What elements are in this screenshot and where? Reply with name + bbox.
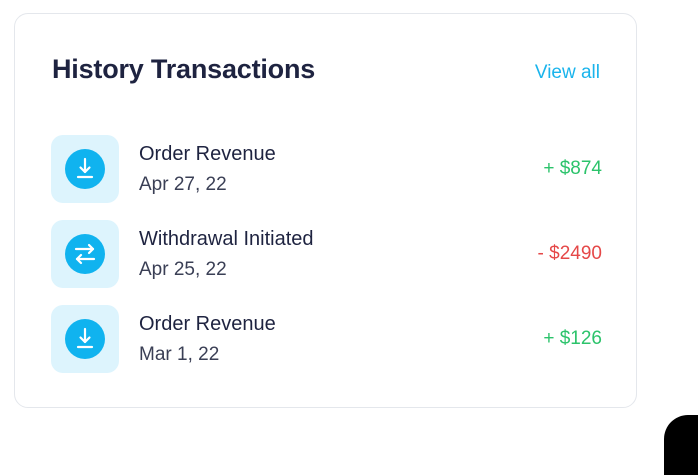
decorative-corner-shape	[664, 415, 698, 475]
transaction-name: Withdrawal Initiated	[139, 228, 314, 250]
history-transactions-card: History Transactions View all Order Reve…	[14, 13, 637, 408]
transaction-name: Order Revenue	[139, 143, 276, 165]
view-all-link[interactable]: View all	[535, 62, 600, 84]
transaction-amount: + $874	[543, 158, 602, 179]
transaction-icon-box	[51, 305, 119, 373]
download-icon	[65, 149, 105, 189]
transaction-amount: + $126	[543, 328, 602, 349]
transaction-row[interactable]: Order Revenue Apr 27, 22 + $874	[51, 135, 602, 203]
transfer-icon	[65, 234, 105, 274]
transaction-date: Mar 1, 22	[139, 344, 220, 365]
transaction-date: Apr 25, 22	[139, 259, 227, 280]
transaction-amount: - $2490	[537, 243, 602, 264]
transaction-name: Order Revenue	[139, 313, 276, 335]
card-title: History Transactions	[52, 54, 316, 84]
transaction-icon-box	[51, 220, 119, 288]
transaction-date: Apr 27, 22	[139, 174, 227, 195]
transaction-row[interactable]: Order Revenue Mar 1, 22 + $126	[51, 305, 602, 373]
download-icon	[65, 319, 105, 359]
transaction-icon-box	[51, 135, 119, 203]
transaction-row[interactable]: Withdrawal Initiated Apr 25, 22 - $2490	[51, 220, 602, 288]
